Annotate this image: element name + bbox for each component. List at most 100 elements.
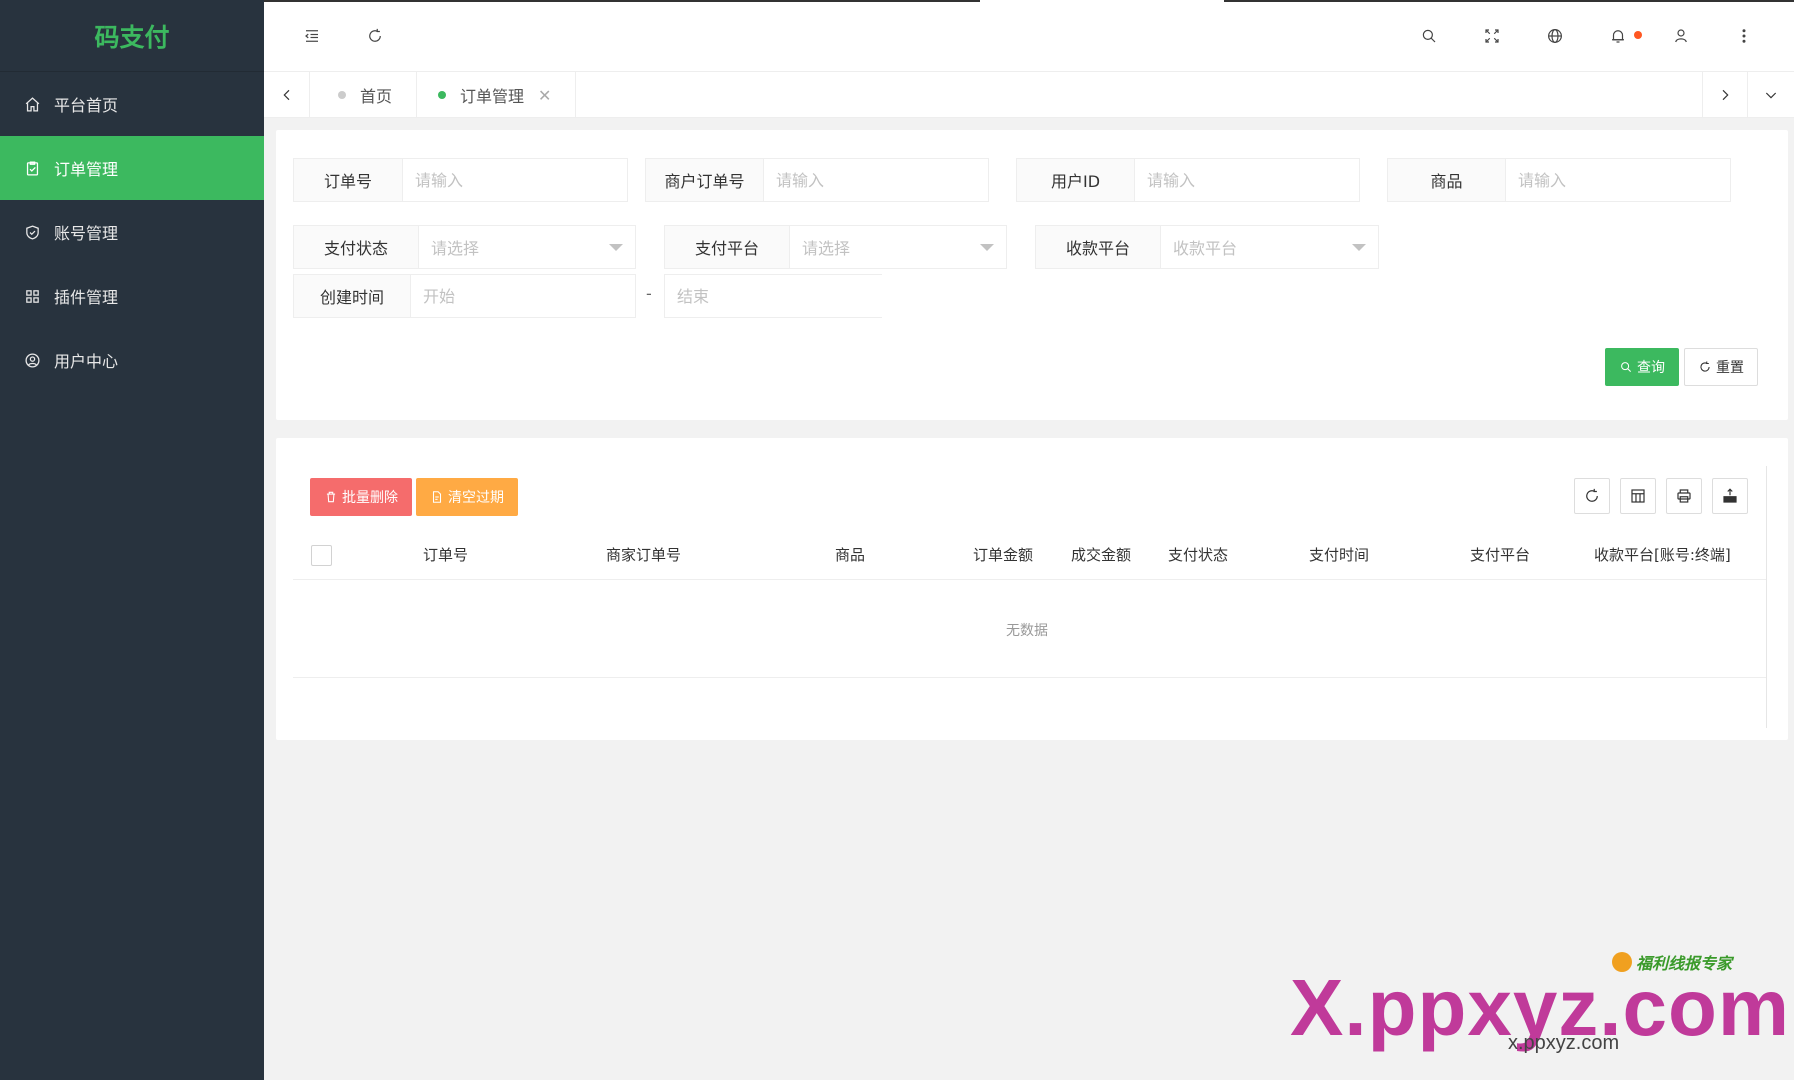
- column-header[interactable]: 收款平台[账号:终端]: [1594, 544, 1731, 565]
- batch-delete-button[interactable]: 批量删除: [310, 478, 412, 516]
- field-label: 支付平台: [665, 226, 790, 268]
- button-label: 重置: [1716, 360, 1744, 376]
- field-label: 商户订单号: [646, 159, 764, 201]
- menu-fold-icon[interactable]: [300, 24, 324, 48]
- user-icon[interactable]: [1669, 24, 1693, 48]
- column-header[interactable]: 商家订单号: [606, 544, 681, 565]
- created-time-end-input[interactable]: [665, 275, 889, 317]
- column-header[interactable]: 支付平台: [1470, 544, 1530, 565]
- table-columns-button[interactable]: [1620, 478, 1656, 514]
- field-label: 商品: [1388, 159, 1506, 201]
- tab-status-dot: [438, 91, 446, 99]
- more-vertical-icon[interactable]: [1732, 24, 1756, 48]
- refresh-icon: [1586, 488, 1598, 502]
- field-label: 收款平台: [1036, 226, 1161, 268]
- select-placeholder: 请选择: [431, 239, 480, 258]
- top-header: [264, 0, 1794, 72]
- clipboard-check-icon: [22, 158, 42, 178]
- column-header[interactable]: 支付时间: [1309, 544, 1369, 565]
- shield-check-icon: [22, 222, 42, 242]
- button-label: 批量删除: [342, 490, 398, 506]
- order-no-input[interactable]: [403, 159, 627, 201]
- caret-down-icon: [609, 243, 623, 251]
- sidebar-item-label: 订单管理: [54, 160, 119, 179]
- search-icon: [1621, 362, 1632, 373]
- bell-icon[interactable]: [1606, 24, 1630, 48]
- merchant-order-no-input[interactable]: [764, 159, 988, 201]
- sidebar: 码支付 平台首页 订单管理 账号管理 插件管理 用户中心: [0, 0, 264, 1080]
- select-placeholder: 请选择: [802, 239, 851, 258]
- caret-down-icon: [1352, 243, 1366, 251]
- table-print-button[interactable]: [1666, 478, 1702, 514]
- header-top-line-gap: [980, 0, 1224, 2]
- tab-label: 订单管理: [460, 87, 525, 106]
- table-scrollbar-track: [1766, 466, 1767, 728]
- column-header[interactable]: 商品: [835, 544, 865, 565]
- merchant-order-no-field: 商户订单号: [645, 158, 989, 202]
- sidebar-item-accounts[interactable]: 账号管理: [0, 200, 264, 264]
- sidebar-item-label: 账号管理: [54, 224, 119, 243]
- column-header[interactable]: 成交金额: [1071, 544, 1131, 565]
- table-refresh-button[interactable]: [1574, 478, 1610, 514]
- select-all-checkbox[interactable]: [311, 545, 332, 566]
- sidebar-item-home[interactable]: 平台首页: [0, 72, 264, 136]
- tab-scroll-right[interactable]: [1702, 72, 1748, 118]
- select-placeholder: 收款平台: [1173, 239, 1238, 258]
- print-icon: [1677, 489, 1691, 503]
- close-icon[interactable]: ✕: [538, 86, 551, 105]
- column-header[interactable]: 订单金额: [973, 544, 1033, 565]
- pay-status-field: 支付状态 请选择: [293, 225, 636, 269]
- created-time-start-input[interactable]: [411, 275, 635, 317]
- column-header[interactable]: 订单号: [423, 544, 468, 565]
- watermark-url: x.ppxyz.com: [1508, 1032, 1620, 1054]
- column-header[interactable]: 支付状态: [1168, 544, 1228, 565]
- sidebar-item-user-center[interactable]: 用户中心: [0, 328, 264, 392]
- pay-platform-field: 支付平台 请选择: [664, 225, 1007, 269]
- receive-platform-field: 收款平台 收款平台: [1035, 225, 1379, 269]
- field-label: 支付状态: [294, 226, 419, 268]
- globe-icon[interactable]: [1543, 24, 1567, 48]
- grid-icon: [22, 286, 42, 306]
- tab-home[interactable]: 首页: [310, 72, 418, 118]
- user-circle-icon: [22, 350, 42, 370]
- pay-platform-select[interactable]: 请选择: [790, 226, 1006, 268]
- pay-status-select[interactable]: 请选择: [419, 226, 635, 268]
- sidebar-item-plugins[interactable]: 插件管理: [0, 264, 264, 328]
- tab-orders[interactable]: 订单管理 ✕: [410, 72, 577, 118]
- tab-label: 首页: [360, 87, 393, 106]
- created-time-end-field: [664, 274, 889, 318]
- chevron-down-icon: [1765, 92, 1777, 99]
- user-id-input[interactable]: [1135, 159, 1359, 201]
- tab-status-dot: [338, 91, 346, 99]
- query-button[interactable]: 查询: [1605, 348, 1679, 386]
- search-icon[interactable]: [1417, 24, 1441, 48]
- refresh-icon: [1700, 361, 1710, 372]
- field-label: 用户ID: [1017, 159, 1135, 201]
- tab-scroll-left[interactable]: [264, 72, 310, 118]
- refresh-icon[interactable]: [363, 24, 387, 48]
- columns-icon: [1631, 489, 1645, 503]
- user-id-field: 用户ID: [1016, 158, 1360, 202]
- notification-badge: [1634, 31, 1642, 39]
- button-label: 查询: [1637, 360, 1665, 376]
- tab-bar: 首页 订单管理 ✕: [264, 72, 1794, 118]
- button-label: 清空过期: [448, 490, 504, 506]
- app-logo[interactable]: 码支付: [0, 0, 264, 72]
- receive-platform-select[interactable]: 收款平台: [1161, 226, 1378, 268]
- date-range-separator: -: [646, 284, 652, 303]
- trash-icon: [326, 491, 336, 503]
- table-export-button[interactable]: [1712, 478, 1748, 514]
- reset-button[interactable]: 重置: [1684, 348, 1758, 386]
- table-bottom-divider: [293, 677, 1766, 678]
- empty-state-text: 无数据: [1006, 623, 1048, 639]
- order-no-field: 订单号: [293, 158, 628, 202]
- export-icon: [1723, 488, 1737, 503]
- sidebar-item-label: 用户中心: [54, 352, 119, 371]
- tab-dropdown[interactable]: [1748, 72, 1794, 118]
- file-clear-icon: [432, 491, 442, 503]
- clear-expired-button[interactable]: 清空过期: [416, 478, 518, 516]
- product-input[interactable]: [1506, 159, 1730, 201]
- home-icon: [22, 94, 42, 114]
- fullscreen-icon[interactable]: [1480, 24, 1504, 48]
- sidebar-item-orders[interactable]: 订单管理: [0, 136, 264, 200]
